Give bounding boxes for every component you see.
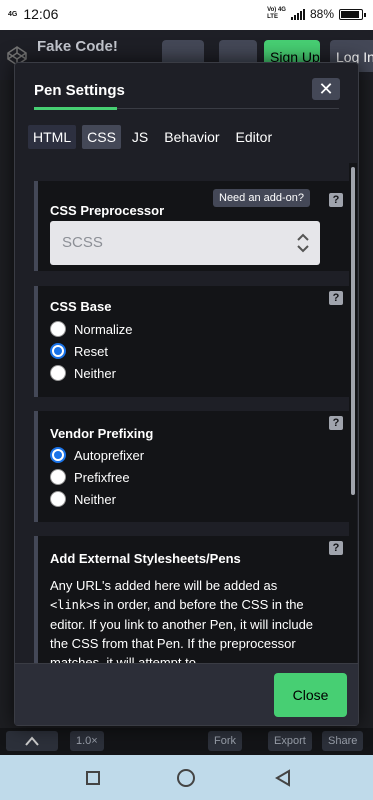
help-icon[interactable]: ? — [329, 541, 343, 555]
radio-label: Autoprefixer — [74, 447, 145, 463]
chevron-up-icon — [25, 736, 39, 746]
preprocessor-value: SCSS — [62, 234, 103, 251]
radio-button[interactable] — [50, 491, 66, 507]
battery-icon — [339, 8, 366, 20]
radio-button[interactable] — [50, 447, 66, 463]
pen-settings-modal: Pen Settings ✕ HTML CSS JS Behavior Edit… — [14, 62, 359, 726]
preprocessor-heading: CSS Preprocessor — [50, 203, 165, 218]
vendor-prefixing-heading: Vendor Prefixing — [50, 426, 154, 441]
status-bar: 4G 12:06 Vo) 4G LTE 88% — [0, 0, 373, 30]
close-button[interactable]: Close — [274, 673, 347, 717]
tab-js[interactable]: JS — [127, 125, 153, 149]
radio-button[interactable] — [50, 365, 66, 381]
external-stylesheets-panel: ? Add External Stylesheets/Pens Any URL'… — [34, 536, 350, 663]
radio-label: Reset — [74, 343, 108, 359]
recents-icon[interactable] — [86, 771, 100, 785]
link-code: <link> — [50, 598, 94, 612]
external-description: Any URL's added here will be added as <l… — [50, 576, 320, 663]
radio-normalize[interactable]: Normalize — [50, 321, 133, 337]
battery-percent: 88% — [309, 7, 334, 21]
back-icon[interactable] — [274, 769, 292, 787]
radio-label: Prefixfree — [74, 469, 130, 485]
fork-button[interactable]: Fork — [208, 731, 242, 751]
tab-behavior[interactable]: Behavior — [159, 125, 224, 149]
help-icon[interactable]: ? — [329, 291, 343, 305]
tab-html[interactable]: HTML — [28, 125, 77, 149]
radio-button[interactable] — [50, 469, 66, 485]
close-icon[interactable]: ✕ — [312, 78, 340, 100]
addon-button[interactable]: Need an add-on? — [213, 189, 311, 207]
radio-label: Neither — [74, 491, 116, 507]
select-arrows-icon — [297, 233, 309, 253]
radio-button[interactable] — [50, 343, 66, 359]
help-icon[interactable]: ? — [329, 416, 343, 430]
network-bottom: LTE — [267, 14, 278, 20]
css-base-heading: CSS Base — [50, 299, 112, 314]
export-button[interactable]: Export — [268, 731, 312, 751]
tab-css[interactable]: CSS — [82, 125, 121, 149]
clock: 12:06 — [23, 6, 59, 22]
settings-scroll-area[interactable]: Need an add-on? ? CSS Preprocessor SCSS … — [34, 163, 350, 663]
radio-label: Neither — [74, 365, 116, 381]
external-text-1: Any URL's added here will be added as — [50, 578, 278, 593]
network-indicator: Vo) 4G LTE — [267, 7, 286, 21]
pen-title[interactable]: Fake Code! — [37, 38, 118, 55]
help-icon[interactable]: ? — [329, 193, 343, 207]
radio-prefixfree[interactable]: Prefixfree — [50, 469, 130, 485]
css-preprocessor-panel: Need an add-on? ? CSS Preprocessor SCSS — [34, 181, 350, 271]
radio-autoprefixer[interactable]: Autoprefixer — [50, 447, 144, 463]
share-button[interactable]: Share — [322, 731, 364, 751]
tab-editor[interactable]: Editor — [231, 125, 278, 149]
zoom-button[interactable]: 1.0× — [70, 731, 104, 751]
scrollbar-thumb[interactable] — [351, 167, 355, 495]
radio-button[interactable] — [50, 321, 66, 337]
settings-tabs: HTML CSS JS Behavior Editor — [28, 125, 277, 149]
network-top: Vo) 4G — [267, 7, 286, 13]
system-nav-bar — [0, 755, 373, 800]
modal-title: Pen Settings — [34, 82, 125, 99]
preprocessor-select[interactable]: SCSS — [50, 221, 320, 265]
radio-neither[interactable]: Neither — [50, 491, 116, 507]
signal-icon — [290, 8, 305, 20]
title-underline — [34, 107, 117, 110]
vendor-prefixing-panel: ? Vendor Prefixing Autoprefixer Prefixfr… — [34, 411, 350, 522]
home-icon[interactable] — [177, 769, 195, 787]
modal-footer: Close — [15, 663, 358, 725]
divider — [117, 108, 339, 109]
radio-neither[interactable]: Neither — [50, 365, 116, 381]
css-base-panel: ? CSS Base Normalize Reset Neither — [34, 286, 350, 397]
collapse-button[interactable] — [6, 731, 58, 751]
signal-type: 4G — [8, 10, 18, 18]
external-heading: Add External Stylesheets/Pens — [50, 551, 241, 566]
fork-label: Fork — [214, 735, 236, 747]
radio-reset[interactable]: Reset — [50, 343, 108, 359]
radio-label: Normalize — [74, 321, 133, 337]
